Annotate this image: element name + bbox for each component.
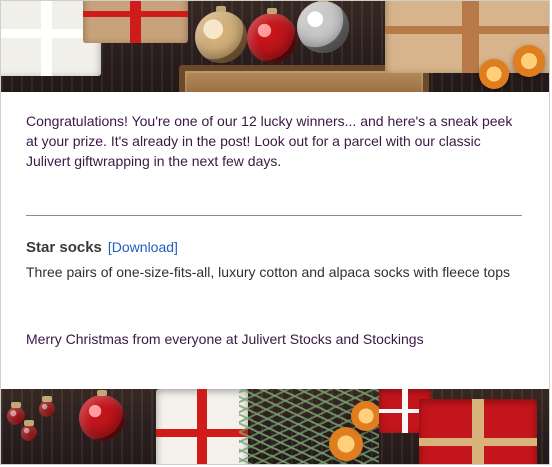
signoff-text: Merry Christmas from everyone at Juliver… — [26, 331, 424, 347]
gift-icon — [419, 399, 537, 464]
prize-description: Three pairs of one-size-fits-all, luxury… — [26, 264, 511, 280]
dried-orange-slice-icon — [513, 45, 545, 77]
red-ornament-icon — [247, 8, 297, 63]
silver-ornament-icon — [297, 1, 349, 53]
dried-orange-slice-icon — [329, 427, 363, 461]
intro-text: Congratulations! You're one of our 12 lu… — [26, 113, 513, 169]
berry-icon — [21, 420, 37, 441]
prize-title: Star socks — [26, 239, 102, 256]
dried-orange-slice-icon — [351, 401, 381, 431]
gift-icon — [83, 1, 188, 43]
header-banner-image — [1, 1, 549, 92]
email-content: Congratulations! You're one of our 12 lu… — [26, 111, 526, 347]
dried-orange-slice-icon — [479, 59, 509, 89]
download-link[interactable]: [Download] — [108, 239, 178, 255]
berry-icon — [7, 402, 25, 425]
gold-ornament-icon — [195, 6, 247, 63]
prize-title-row: Star socks [Download] — [26, 239, 526, 256]
prize-section: Star socks [Download] Three pairs of one… — [26, 239, 526, 282]
divider-line — [26, 215, 522, 216]
email-frame: Congratulations! You're one of our 12 lu… — [0, 0, 550, 465]
berry-icon — [39, 396, 55, 417]
footer-banner-image — [1, 389, 549, 464]
red-ornament-icon — [79, 390, 125, 441]
gift-icon — [156, 389, 248, 464]
